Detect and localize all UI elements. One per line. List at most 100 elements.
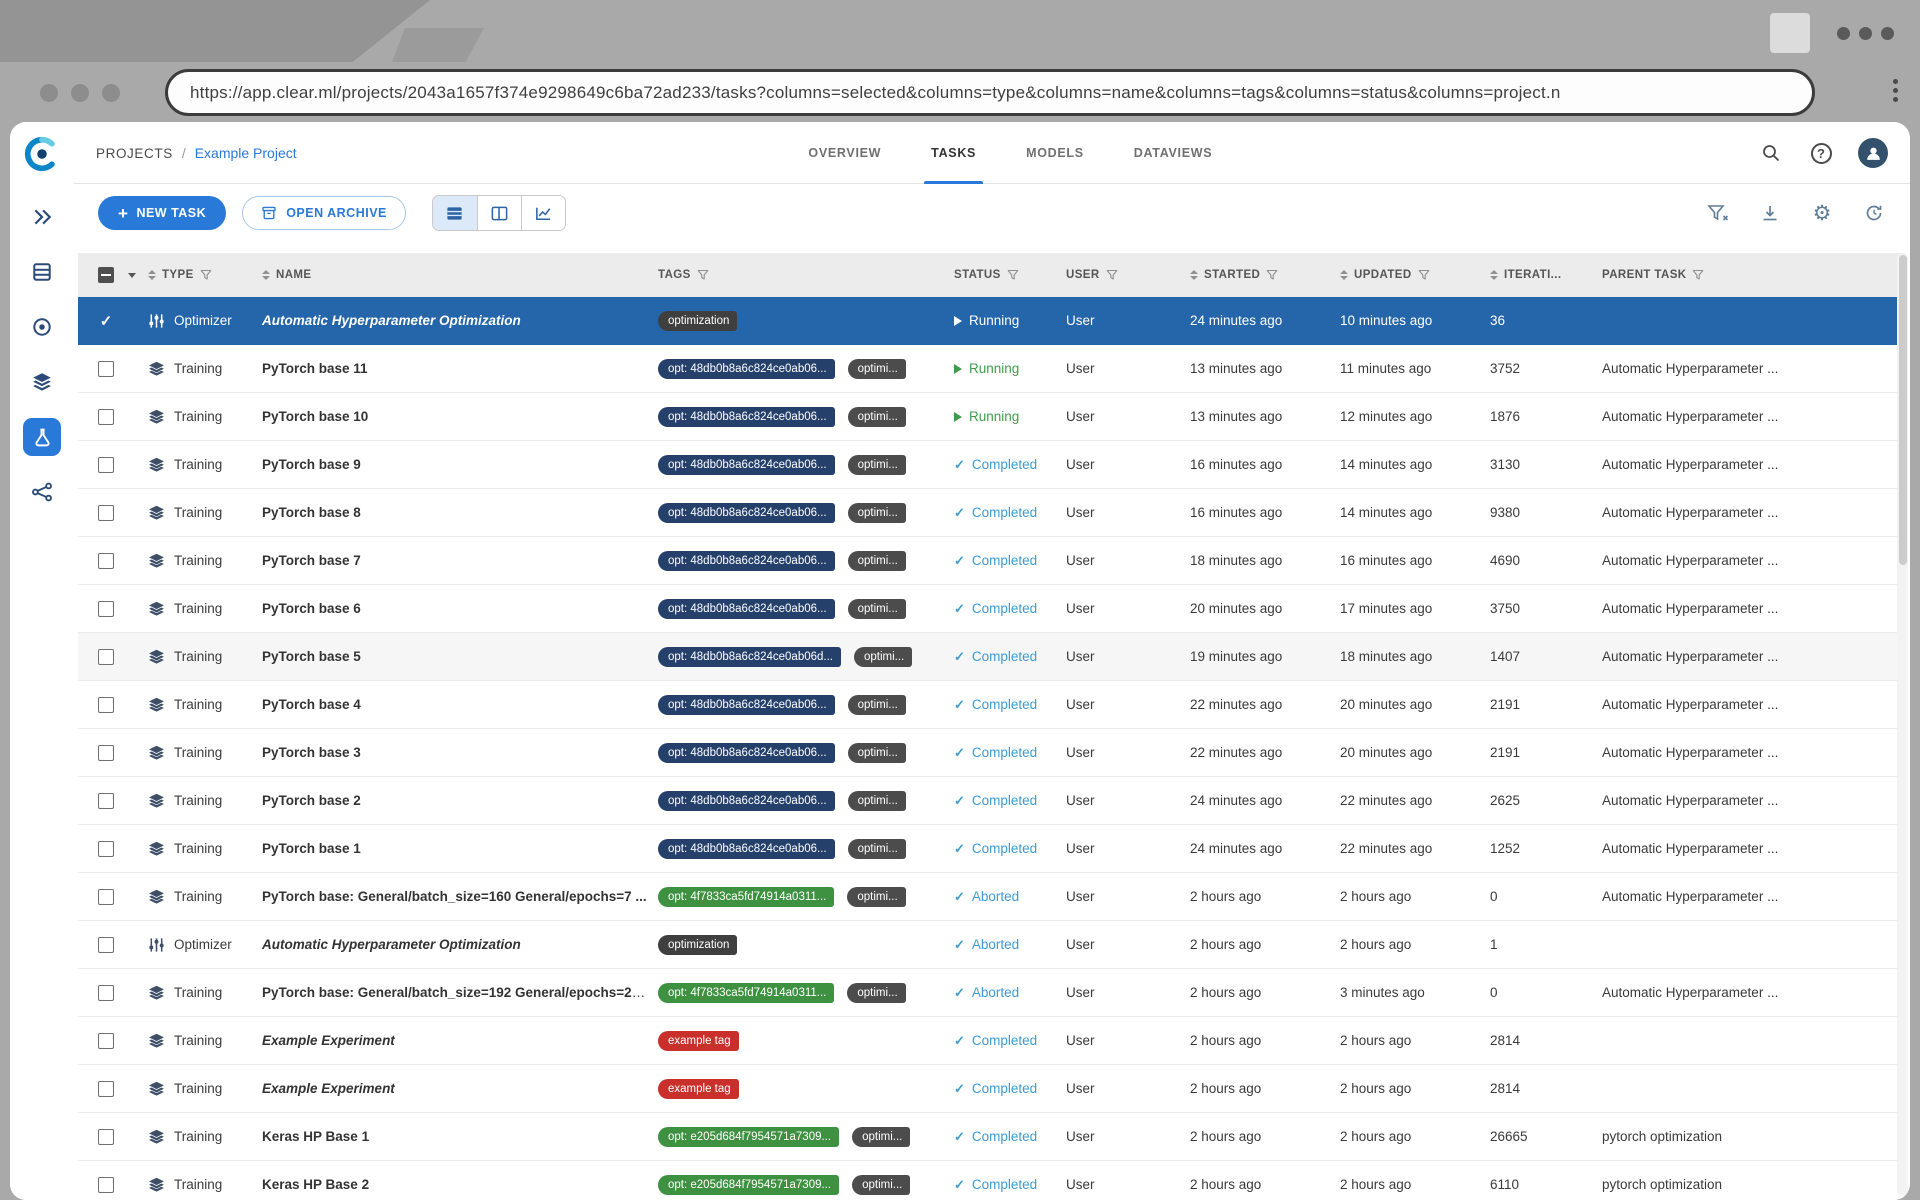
column-header-iter[interactable]: ITERATI...: [1480, 253, 1592, 297]
name-cell[interactable]: PyTorch base: General/batch_size=192 Gen…: [252, 985, 648, 1000]
row-checkbox[interactable]: [98, 456, 114, 473]
task-tag[interactable]: optimi...: [852, 1126, 911, 1147]
name-cell[interactable]: Example Experiment: [252, 1081, 648, 1096]
task-name[interactable]: PyTorch base 7: [262, 553, 361, 568]
task-name[interactable]: PyTorch base 4: [262, 697, 361, 712]
filter-funnel-icon[interactable]: [1692, 269, 1704, 281]
table-row[interactable]: Training PyTorch base 5 opt: 48db0b8a6c824…: [78, 633, 1905, 681]
column-header-started[interactable]: STARTED: [1180, 253, 1330, 297]
name-cell[interactable]: Keras HP Base 1: [252, 1129, 648, 1144]
row-checkbox[interactable]: [98, 552, 114, 569]
sort-icon[interactable]: [1190, 270, 1198, 280]
clearml-logo[interactable]: [22, 134, 62, 174]
sort-icon[interactable]: [1340, 270, 1348, 280]
column-header-select[interactable]: [78, 253, 138, 297]
task-tag[interactable]: optimi...: [847, 886, 906, 907]
new-task-button[interactable]: + NEW TASK: [98, 196, 227, 230]
row-checkbox[interactable]: [98, 696, 114, 713]
row-checkbox[interactable]: [98, 984, 114, 1001]
task-tag[interactable]: opt: 48db0b8a6c824ce0ab06...: [658, 454, 835, 475]
column-header-name[interactable]: NAME: [252, 253, 648, 297]
task-tag[interactable]: opt: 4f7833ca5fd74914a0311...: [658, 982, 835, 1003]
chart-view-button[interactable]: [520, 196, 565, 230]
task-tag[interactable]: example tag: [658, 1030, 739, 1051]
column-header-status[interactable]: STATUS: [944, 253, 1056, 297]
row-select-cell[interactable]: [78, 408, 138, 425]
filter-funnel-icon[interactable]: [697, 269, 709, 281]
scrollbar-thumb[interactable]: [1898, 255, 1907, 565]
task-tag[interactable]: opt: 4f7833ca5fd74914a0311...: [658, 886, 835, 907]
task-name[interactable]: PyTorch base 9: [262, 457, 361, 472]
table-row[interactable]: Training PyTorch base 1 opt: 48db0b8a6c824…: [78, 825, 1905, 873]
task-name[interactable]: PyTorch base 5: [262, 649, 361, 664]
name-cell[interactable]: PyTorch base 7: [252, 553, 648, 568]
task-tag[interactable]: opt: 48db0b8a6c824ce0ab06d...: [658, 646, 841, 667]
task-tag[interactable]: opt: 48db0b8a6c824ce0ab06...: [658, 790, 835, 811]
search-icon[interactable]: [1758, 140, 1784, 166]
name-cell[interactable]: PyTorch base 3: [252, 745, 648, 760]
name-cell[interactable]: PyTorch base 11: [252, 361, 648, 376]
sort-icon[interactable]: [262, 270, 270, 280]
filter-funnel-icon[interactable]: [1106, 269, 1118, 281]
table-row[interactable]: ✓ Optimizer Automatic Hyperparameter Optim…: [78, 297, 1905, 345]
name-cell[interactable]: Example Experiment: [252, 1033, 648, 1048]
row-select-cell[interactable]: [78, 600, 138, 617]
task-name[interactable]: Automatic Hyperparameter Optimization: [262, 937, 521, 952]
row-select-cell[interactable]: [78, 840, 138, 857]
table-row[interactable]: Training PyTorch base 11 opt: 48db0b8a6c82…: [78, 345, 1905, 393]
row-select-cell[interactable]: [78, 1032, 138, 1049]
open-archive-button[interactable]: OPEN ARCHIVE: [242, 196, 406, 230]
row-select-cell[interactable]: [78, 1080, 138, 1097]
row-select-cell[interactable]: [78, 744, 138, 761]
row-checkbox[interactable]: [98, 360, 114, 377]
row-select-cell[interactable]: [78, 936, 138, 953]
table-row[interactable]: Training PyTorch base 2 opt: 48db0b8a6c824…: [78, 777, 1905, 825]
task-name[interactable]: PyTorch base 8: [262, 505, 361, 520]
help-icon[interactable]: ?: [1808, 140, 1834, 166]
row-checkbox[interactable]: [98, 888, 114, 905]
sidebar-item-reports[interactable]: [23, 363, 61, 401]
tab-tasks[interactable]: TASKS: [906, 122, 1001, 184]
url-bar[interactable]: https://app.clear.ml/projects/2043a1657f…: [165, 69, 1815, 116]
breadcrumb-current[interactable]: Example Project: [195, 145, 297, 161]
tab-models[interactable]: MODELS: [1001, 122, 1109, 184]
name-cell[interactable]: Automatic Hyperparameter Optimization: [252, 313, 648, 328]
row-select-cell[interactable]: [78, 696, 138, 713]
filter-funnel-icon[interactable]: [1266, 269, 1278, 281]
auto-refresh-icon[interactable]: [1862, 201, 1886, 225]
row-checkbox[interactable]: ✓: [98, 313, 114, 329]
row-checkbox[interactable]: [98, 600, 114, 617]
filter-funnel-icon[interactable]: [1418, 269, 1430, 281]
task-tag[interactable]: opt: 48db0b8a6c824ce0ab06...: [658, 694, 835, 715]
task-name[interactable]: Keras HP Base 1: [262, 1129, 369, 1144]
task-name[interactable]: PyTorch base 10: [262, 409, 368, 424]
column-header-user[interactable]: USER: [1056, 253, 1180, 297]
table-row[interactable]: Training PyTorch base 8 opt: 48db0b8a6c824…: [78, 489, 1905, 537]
browser-menu-icon[interactable]: [1893, 79, 1898, 102]
table-view-button[interactable]: [432, 196, 477, 230]
table-row[interactable]: Training Example Experiment example tag ✓ Co…: [78, 1017, 1905, 1065]
filter-funnel-icon[interactable]: [200, 269, 212, 281]
name-cell[interactable]: PyTorch base 6: [252, 601, 648, 616]
name-cell[interactable]: PyTorch base: General/batch_size=160 Gen…: [252, 889, 648, 904]
task-tag[interactable]: optimi...: [847, 358, 906, 379]
row-select-cell[interactable]: [78, 504, 138, 521]
table-row[interactable]: Training Keras HP Base 1 opt: e205d684f795…: [78, 1113, 1905, 1161]
column-header-type[interactable]: TYPE: [138, 253, 252, 297]
sidebar-item-pipelines[interactable]: [23, 308, 61, 346]
task-tag[interactable]: opt: 48db0b8a6c824ce0ab06...: [658, 502, 835, 523]
task-name[interactable]: Example Experiment: [262, 1081, 395, 1096]
row-select-cell[interactable]: [78, 888, 138, 905]
row-checkbox[interactable]: [98, 840, 114, 857]
task-name[interactable]: PyTorch base 1: [262, 841, 361, 856]
column-header-tags[interactable]: TAGS: [648, 253, 944, 297]
table-row[interactable]: Training PyTorch base 3 opt: 48db0b8a6c824…: [78, 729, 1905, 777]
task-name[interactable]: PyTorch base 6: [262, 601, 361, 616]
name-cell[interactable]: PyTorch base 5: [252, 649, 648, 664]
task-tag[interactable]: opt: 48db0b8a6c824ce0ab06...: [658, 742, 835, 763]
task-name[interactable]: Example Experiment: [262, 1033, 395, 1048]
row-checkbox[interactable]: [98, 408, 114, 425]
task-tag[interactable]: optimi...: [847, 694, 906, 715]
task-tag[interactable]: opt: 48db0b8a6c824ce0ab06...: [658, 838, 835, 859]
table-row[interactable]: Training PyTorch base: General/batch_size…: [78, 873, 1905, 921]
